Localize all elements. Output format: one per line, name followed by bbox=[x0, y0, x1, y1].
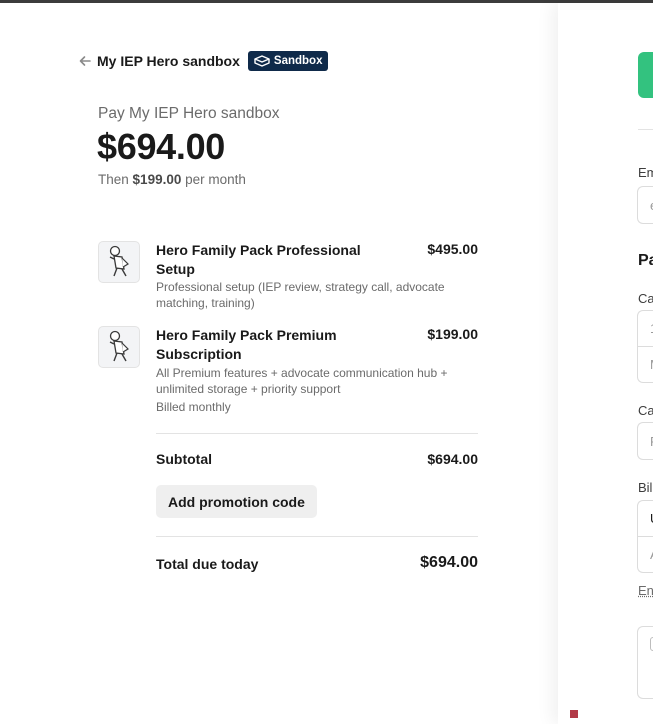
recurring-note: Then $199.00 per month bbox=[98, 172, 246, 187]
subtotal-label: Subtotal bbox=[156, 451, 212, 467]
billing-address-label: Bil bbox=[638, 480, 653, 495]
hero-figure-icon bbox=[109, 245, 129, 277]
add-promotion-code-button[interactable]: Add promotion code bbox=[156, 485, 317, 518]
product-thumbnail bbox=[98, 241, 140, 283]
total-due-value: $694.00 bbox=[420, 554, 478, 571]
payment-panel: Em e Pa Ca 1 M Ca F Bil U A Ent bbox=[558, 3, 653, 724]
cardholder-name-input[interactable]: F bbox=[637, 422, 653, 460]
divider bbox=[156, 536, 478, 537]
checkout-header: My IEP Hero sandbox Sandbox bbox=[78, 50, 329, 72]
address-input[interactable]: A bbox=[637, 536, 653, 573]
sandbox-badge-label: Sandbox bbox=[273, 55, 323, 67]
flag-icon bbox=[570, 710, 578, 718]
card-information-label: Ca bbox=[638, 291, 653, 306]
divider bbox=[156, 433, 478, 434]
card-expiry-input[interactable]: M bbox=[637, 346, 653, 383]
express-pay-button[interactable] bbox=[638, 52, 653, 98]
recurring-amount: $199.00 bbox=[132, 172, 182, 187]
card-number-input[interactable]: 1 bbox=[637, 310, 653, 347]
back-arrow-icon[interactable] bbox=[78, 54, 92, 68]
item-description: All Premium features + advocate communic… bbox=[156, 366, 448, 396]
recurring-suffix: per month bbox=[185, 172, 246, 187]
item-description: Professional setup (IEP review, strategy… bbox=[156, 280, 445, 310]
cardholder-name-label: Ca bbox=[638, 403, 653, 418]
save-info-box bbox=[637, 626, 653, 699]
sandbox-badge: Sandbox bbox=[247, 51, 329, 71]
recurring-prefix: Then bbox=[98, 172, 129, 187]
item-name: Hero Family Pack Premium Subscription bbox=[156, 327, 337, 362]
sandbox-box-icon bbox=[254, 55, 270, 67]
line-item: Hero Family Pack Premium Subscription $1… bbox=[98, 326, 478, 416]
billing-frequency: Billed monthly bbox=[156, 400, 231, 414]
item-name: Hero Family Pack Professional Setup bbox=[156, 242, 361, 277]
country-select[interactable]: U bbox=[637, 500, 653, 537]
subtotal-value: $694.00 bbox=[427, 451, 478, 467]
pay-label: Pay My IEP Hero sandbox bbox=[98, 105, 280, 122]
divider bbox=[638, 129, 653, 130]
merchant-name[interactable]: My IEP Hero sandbox bbox=[97, 53, 240, 69]
total-amount: $694.00 bbox=[97, 126, 226, 167]
payment-method-heading: Pa bbox=[638, 252, 653, 269]
hero-figure-icon bbox=[109, 330, 129, 362]
product-thumbnail bbox=[98, 326, 140, 368]
enter-address-manually-link[interactable]: Ent bbox=[638, 583, 653, 598]
email-input[interactable]: e bbox=[637, 186, 653, 224]
email-label: Em bbox=[638, 165, 653, 180]
item-price: $495.00 bbox=[427, 241, 478, 257]
item-price: $199.00 bbox=[427, 326, 478, 342]
line-item: Hero Family Pack Professional Setup $495… bbox=[98, 241, 478, 311]
total-due-label: Total due today bbox=[156, 556, 259, 572]
